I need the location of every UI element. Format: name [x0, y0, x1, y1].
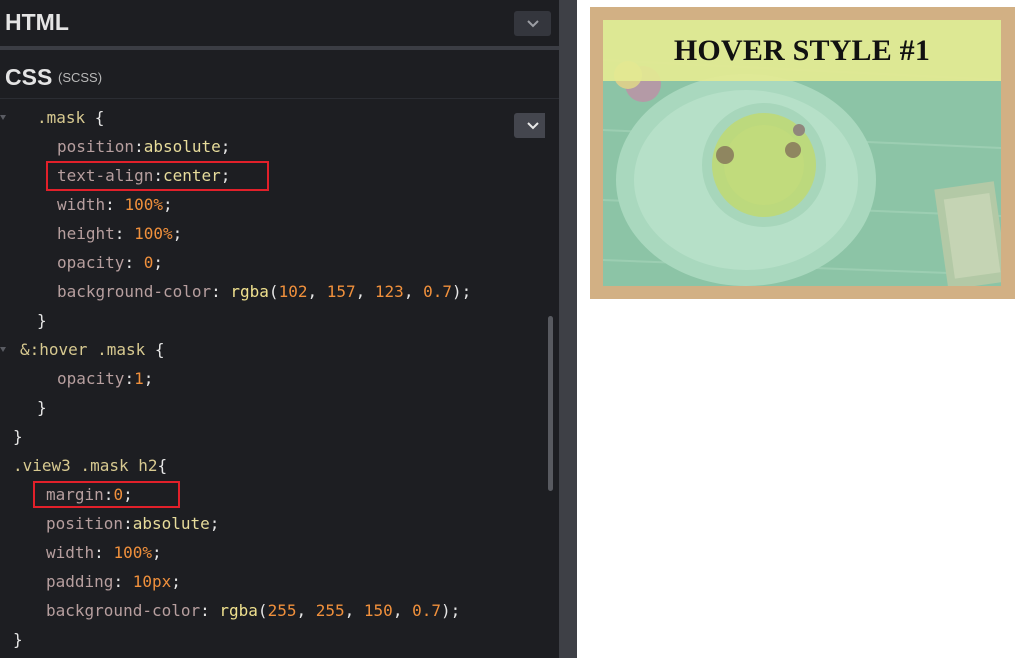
code-token: background-color — [57, 282, 212, 301]
code-line[interactable]: opacity:1; — [57, 364, 153, 393]
code-token: 0 — [143, 253, 154, 272]
code-line[interactable]: width: 100%; — [57, 190, 173, 219]
code-token: : — [105, 195, 125, 214]
code-token: : — [94, 543, 114, 562]
code-line[interactable]: .view3 .mask h2{ — [13, 451, 167, 480]
code-token: ; — [209, 514, 220, 533]
code-token: : — [123, 514, 133, 533]
code-token: ( — [257, 601, 268, 620]
highlight-box-text-align — [46, 161, 269, 191]
code-token: 10px — [132, 572, 172, 591]
fold-arrow-icon[interactable] — [0, 347, 6, 352]
code-token: : — [124, 369, 135, 388]
code-token: ); — [440, 601, 461, 620]
html-panel-header[interactable]: HTML — [0, 0, 559, 46]
code-scrollbar-thumb[interactable] — [548, 316, 553, 491]
code-line[interactable]: background-color: rgba(102, 157, 123, 0.… — [57, 277, 471, 306]
code-token: } — [37, 398, 47, 417]
css-panel-preprocessor-label: (SCSS) — [58, 70, 103, 85]
code-token: } — [13, 427, 23, 446]
code-token: 1 — [134, 369, 144, 388]
code-token: 255 — [267, 601, 297, 620]
code-token: 123 — [374, 282, 404, 301]
code-token: .view3 .mask h2 — [13, 456, 158, 475]
code-token: absolute — [143, 137, 221, 156]
code-token: ; — [172, 224, 183, 243]
code-token: { — [154, 340, 165, 359]
code-token: { — [94, 108, 105, 127]
code-token: width — [46, 543, 95, 562]
code-token: : — [200, 601, 220, 620]
code-token: ); — [451, 282, 472, 301]
code-token: ; — [151, 543, 162, 562]
code-token: 150 — [363, 601, 393, 620]
code-token: 100% — [113, 543, 152, 562]
code-line[interactable]: opacity: 0; — [57, 248, 163, 277]
code-token: , — [403, 282, 424, 301]
code-token: : — [114, 224, 135, 243]
code-token: , — [307, 282, 327, 301]
code-line[interactable]: } — [13, 625, 23, 654]
code-token: background-color — [46, 601, 201, 620]
code-token: 0.7 — [412, 601, 441, 620]
code-token: 100% — [124, 195, 163, 214]
css-panel-title: CSS — [5, 64, 53, 90]
code-token: ; — [171, 572, 181, 591]
code-token: width — [57, 195, 106, 214]
css-panel-header[interactable]: CSS (SCSS) — [0, 50, 559, 138]
code-token: ( — [268, 282, 279, 301]
code-line[interactable]: position:absolute; — [57, 132, 230, 161]
highlight-box-margin — [33, 481, 180, 508]
code-token: } — [13, 630, 23, 649]
code-token: rgba — [230, 282, 269, 301]
code-token: opacity — [57, 369, 125, 388]
code-token: opacity — [57, 253, 125, 272]
code-line[interactable]: background-color: rgba(255, 255, 150, 0.… — [46, 596, 460, 625]
code-token: : — [113, 572, 133, 591]
code-token: rgba — [219, 601, 258, 620]
code-token: { — [157, 456, 168, 475]
code-token: , — [296, 601, 316, 620]
code-token: &:hover .mask — [20, 340, 155, 359]
code-token: , — [392, 601, 413, 620]
code-line[interactable]: .mask { — [37, 103, 104, 132]
chevron-down-icon — [526, 19, 539, 27]
code-token: : — [134, 137, 144, 156]
html-panel-title: HTML — [5, 9, 69, 35]
code-token: .mask — [37, 108, 95, 127]
code-editor: HTML CSS (SCSS) .mask {position:absolute… — [0, 0, 559, 658]
code-token: height — [57, 224, 115, 243]
code-line[interactable]: } — [37, 393, 47, 422]
card-caption-bar: HOVER STYLE #1 — [603, 20, 1001, 81]
code-token: ; — [162, 195, 173, 214]
code-token: , — [355, 282, 375, 301]
code-line[interactable]: } — [13, 422, 23, 451]
code-token: ; — [143, 369, 154, 388]
code-token: 157 — [326, 282, 356, 301]
code-line[interactable]: padding: 10px; — [46, 567, 181, 596]
code-token: absolute — [132, 514, 210, 533]
code-token: ; — [153, 253, 163, 272]
code-token: : — [124, 253, 144, 272]
code-line[interactable]: &:hover .mask { — [20, 335, 165, 364]
card-title: HOVER STYLE #1 — [673, 33, 931, 67]
code-token: 102 — [278, 282, 308, 301]
code-token: } — [37, 311, 47, 330]
resize-gutter[interactable] — [559, 0, 577, 658]
code-token: : — [211, 282, 231, 301]
code-token: position — [57, 137, 135, 156]
code-line[interactable]: width: 100%; — [46, 538, 162, 567]
code-token: padding — [46, 572, 114, 591]
code-token: 255 — [315, 601, 345, 620]
fold-arrow-icon[interactable] — [0, 115, 6, 120]
html-panel-toggle-button[interactable] — [514, 11, 551, 36]
code-token: , — [344, 601, 364, 620]
code-token: 100% — [134, 224, 173, 243]
code-line[interactable]: height: 100%; — [57, 219, 182, 248]
code-token: ; — [220, 137, 231, 156]
code-token: position — [46, 514, 124, 533]
code-line[interactable]: } — [37, 306, 47, 335]
code-line[interactable]: position:absolute; — [46, 509, 219, 538]
code-token: 0.7 — [423, 282, 452, 301]
